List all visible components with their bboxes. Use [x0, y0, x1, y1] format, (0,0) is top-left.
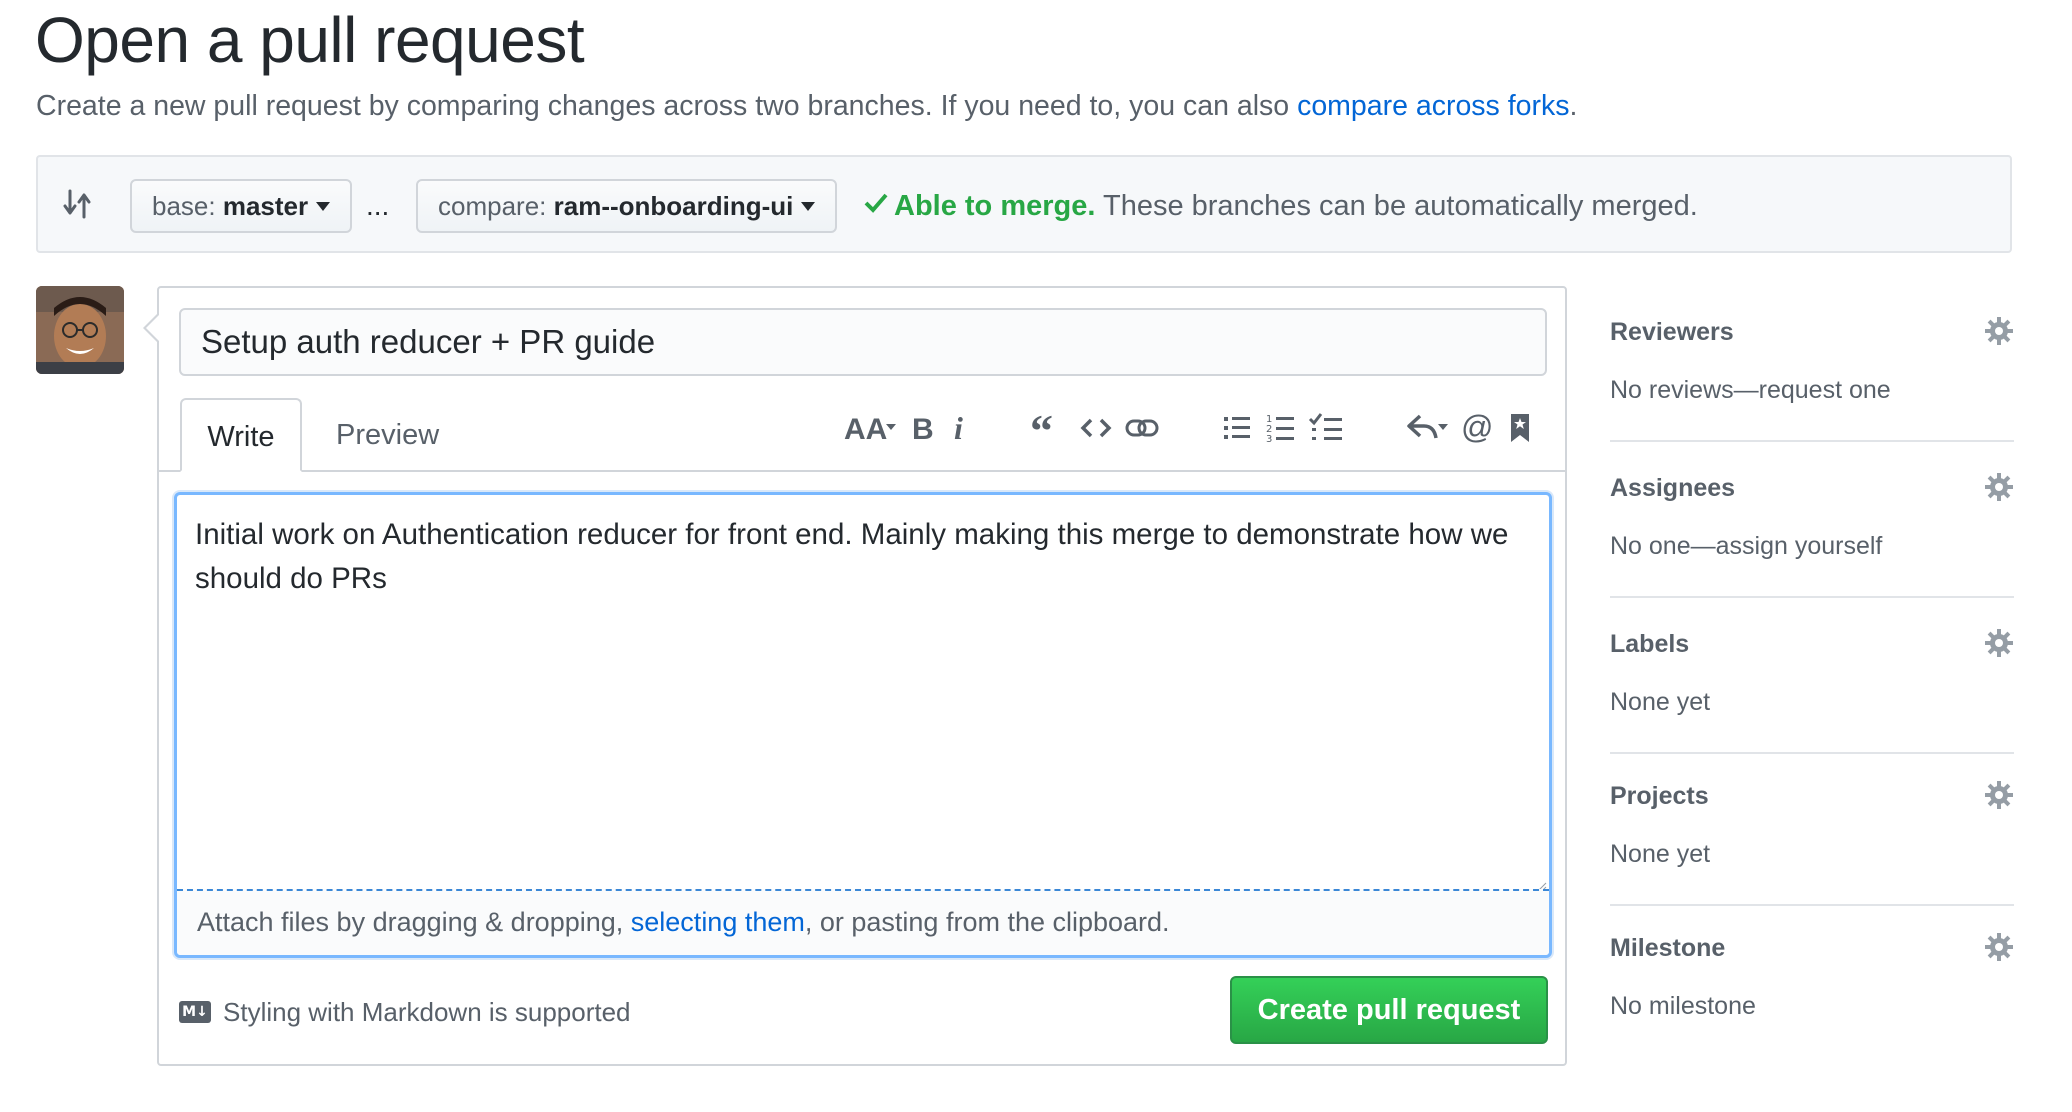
- ordered-list-icon[interactable]: 123: [1266, 408, 1296, 448]
- merge-detail-text: These branches can be automatically merg…: [1102, 190, 1698, 222]
- link-icon[interactable]: [1124, 408, 1160, 448]
- sidebar-divider: [1610, 752, 2014, 754]
- bookmark-icon[interactable]: [1508, 408, 1532, 448]
- chevron-down-icon: [801, 201, 816, 211]
- base-prefix: base:: [152, 191, 216, 221]
- avatar[interactable]: [36, 286, 124, 374]
- mention-icon[interactable]: @: [1460, 408, 1494, 448]
- file-attach-bar[interactable]: Attach files by dragging & dropping, sel…: [177, 889, 1549, 955]
- gear-icon[interactable]: [1984, 932, 2014, 962]
- compare-arrows-icon: [62, 187, 92, 221]
- subtitle-text: Create a new pull request by comparing c…: [36, 90, 1290, 122]
- tab-preview[interactable]: Preview: [312, 398, 463, 472]
- sidebar-section-title[interactable]: Assignees: [1610, 474, 1735, 503]
- sidebar-section-title[interactable]: Projects: [1610, 782, 1709, 811]
- italic-icon[interactable]: i: [950, 408, 972, 448]
- merge-status: Able to merge. These branches can be aut…: [864, 179, 1698, 234]
- sidebar-section-value: None yet: [1610, 840, 1711, 868]
- sidebar-section-title[interactable]: Milestone: [1610, 934, 1725, 963]
- compare-branch-name: ram--onboarding-ui: [553, 191, 794, 221]
- resize-handle-icon[interactable]: [1537, 879, 1547, 892]
- compare-across-forks-link[interactable]: compare across forks: [1297, 90, 1569, 122]
- gear-icon[interactable]: [1984, 316, 2014, 346]
- svg-text:AA: AA: [844, 413, 887, 446]
- select-files-link[interactable]: selecting them: [631, 907, 805, 937]
- svg-text:“: “: [1030, 408, 1053, 448]
- svg-text:3: 3: [1266, 434, 1272, 445]
- tab-write[interactable]: Write: [180, 398, 302, 472]
- sidebar-divider: [1610, 596, 2014, 598]
- markdown-icon: M↓: [179, 1001, 211, 1024]
- page-title: Open a pull request: [35, 4, 585, 76]
- sidebar-section-title[interactable]: Reviewers: [1610, 318, 1734, 347]
- chevron-down-icon: [316, 201, 331, 211]
- reply-icon[interactable]: [1406, 408, 1450, 448]
- pr-body-textarea[interactable]: Initial work on Authentication reducer f…: [174, 492, 1552, 958]
- page-subtitle: Create a new pull request by comparing c…: [36, 86, 1577, 126]
- gear-icon[interactable]: [1984, 780, 2014, 810]
- markdown-hint-text[interactable]: Styling with Markdown is supported: [223, 997, 631, 1027]
- base-branch-button[interactable]: base: master: [130, 179, 353, 233]
- pr-body-text[interactable]: Initial work on Authentication reducer f…: [195, 513, 1509, 601]
- gear-icon[interactable]: [1984, 472, 2014, 502]
- quote-icon[interactable]: “: [1030, 405, 1064, 456]
- sidebar-section-value: No reviews—request one: [1610, 376, 1891, 404]
- base-branch-name: master: [222, 191, 309, 221]
- sidebar-section-title[interactable]: Labels: [1610, 630, 1689, 659]
- pr-title-input[interactable]: Setup auth reducer + PR guide: [179, 308, 1547, 376]
- check-icon: [864, 177, 888, 231]
- gear-icon[interactable]: [1984, 628, 2014, 658]
- unordered-list-icon[interactable]: [1222, 408, 1252, 448]
- bold-icon[interactable]: B: [910, 408, 938, 448]
- composer-pointer-fill: [146, 314, 160, 342]
- merge-ok-text: Able to merge.: [894, 190, 1096, 222]
- subtitle-period: .: [1569, 90, 1578, 122]
- sidebar-divider: [1610, 440, 2014, 442]
- create-pull-request-button[interactable]: Create pull request: [1230, 976, 1548, 1044]
- compare-branch-button[interactable]: compare: ram--onboarding-ui: [416, 179, 838, 233]
- text-size-icon[interactable]: AA: [842, 408, 898, 448]
- code-icon[interactable]: [1080, 408, 1112, 448]
- compare-prefix: compare:: [438, 191, 547, 221]
- sidebar-section-value: None yet: [1610, 688, 1711, 716]
- sidebar-divider: [1610, 904, 2014, 906]
- svg-text:B: B: [912, 413, 934, 446]
- svg-text:@: @: [1461, 409, 1493, 445]
- range-ellipsis: ...: [366, 190, 390, 221]
- markdown-hint[interactable]: M↓ Styling with Markdown is supported: [179, 994, 631, 1030]
- compare-range-bar: base: master ... compare: ram--onboardin…: [36, 155, 2012, 253]
- task-list-icon[interactable]: [1308, 408, 1344, 448]
- attach-prefix: Attach files by dragging & dropping,: [197, 907, 624, 937]
- svg-text:i: i: [954, 410, 963, 446]
- sidebar-section-value: No milestone: [1610, 992, 1756, 1020]
- sidebar-section-value: No one—assign yourself: [1610, 532, 1883, 560]
- attach-suffix: , or pasting from the clipboard.: [804, 907, 1170, 937]
